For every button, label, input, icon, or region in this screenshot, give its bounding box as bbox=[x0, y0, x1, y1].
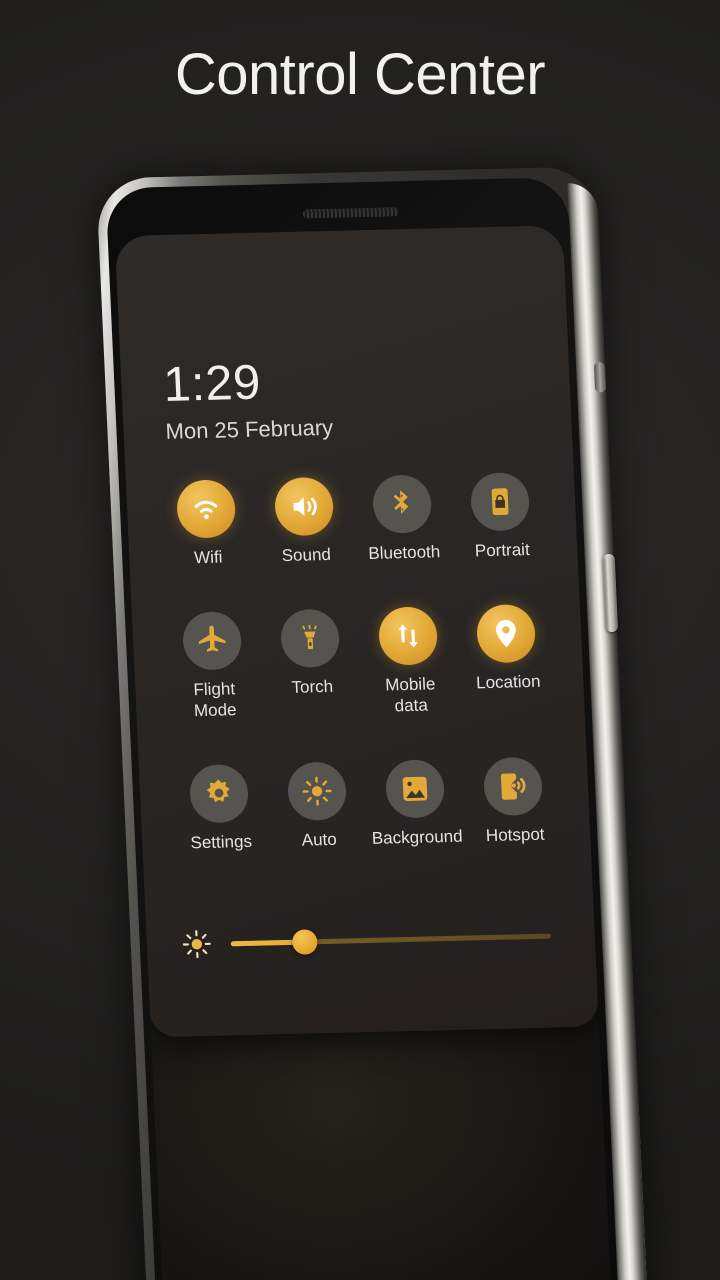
wifi-icon[interactable] bbox=[175, 479, 237, 539]
flashlight-icon[interactable] bbox=[279, 608, 341, 669]
rotation-lock-icon[interactable] bbox=[469, 472, 531, 532]
toggle-label: Hotspot bbox=[485, 824, 545, 846]
toggle-sound[interactable]: Sound bbox=[254, 476, 356, 566]
toggle-wifi[interactable]: Wifi bbox=[156, 479, 258, 569]
toggle-label: Mobile data bbox=[384, 674, 436, 716]
toggle-label: Torch bbox=[291, 676, 334, 697]
toggle-label: Flight Mode bbox=[193, 679, 237, 721]
bluetooth-icon[interactable] bbox=[371, 474, 433, 534]
brightness-slider-row[interactable] bbox=[180, 915, 562, 964]
toggle-label: Wifi bbox=[193, 547, 223, 568]
toggle-auto[interactable]: Auto bbox=[267, 761, 369, 851]
toggle-background[interactable]: Background bbox=[365, 759, 467, 849]
control-center-panel: 1:29 Mon 25 February Wifi Sound Bluetooth P… bbox=[114, 225, 599, 1038]
toggle-label: Portrait bbox=[474, 540, 531, 561]
brightness-sun-icon bbox=[180, 928, 213, 961]
phone-screen: 1:29 Mon 25 February Wifi Sound Bluetooth P… bbox=[114, 225, 614, 1280]
app-screenshot: Control Center 1:29 Mon 25 February Wifi… bbox=[0, 0, 720, 1280]
toggle-label: Settings bbox=[190, 831, 253, 853]
toggle-settings[interactable]: Settings bbox=[169, 763, 271, 853]
toggle-hotspot[interactable]: Hotspot bbox=[463, 756, 565, 846]
volume-button[interactable] bbox=[593, 362, 607, 393]
toggle-label: Sound bbox=[281, 544, 332, 566]
toggle-mobile-data[interactable]: Mobile data bbox=[358, 606, 461, 717]
toggle-flight-mode[interactable]: Flight Mode bbox=[162, 611, 265, 722]
page-title: Control Center bbox=[174, 42, 546, 107]
toggle-torch[interactable]: Torch bbox=[260, 608, 363, 719]
gear-icon[interactable] bbox=[188, 763, 250, 824]
toggle-bluetooth[interactable]: Bluetooth bbox=[352, 474, 454, 564]
clock-block: 1:29 Mon 25 February bbox=[162, 355, 334, 447]
toggle-portrait[interactable]: Portrait bbox=[450, 472, 552, 562]
quick-settings-grid: Wifi Sound Bluetooth Portrait Flight Mode Tor… bbox=[156, 472, 565, 854]
toggle-label: Location bbox=[475, 671, 541, 693]
earpiece-speaker-icon bbox=[302, 207, 400, 219]
toggle-label: Auto bbox=[301, 829, 338, 850]
sun-icon[interactable] bbox=[286, 761, 348, 821]
phone-mockup: 1:29 Mon 25 February Wifi Sound Bluetooth P… bbox=[96, 166, 679, 1280]
toggle-location[interactable]: Location bbox=[456, 603, 559, 714]
data-arrows-icon[interactable] bbox=[377, 606, 439, 666]
clock-time: 1:29 bbox=[162, 355, 263, 412]
brightness-slider[interactable] bbox=[230, 923, 551, 957]
speaker-icon[interactable] bbox=[273, 476, 335, 537]
image-icon[interactable] bbox=[384, 759, 446, 819]
airplane-icon[interactable] bbox=[181, 611, 243, 671]
toggle-label: Bluetooth bbox=[367, 542, 441, 563]
clock-date: Mon 25 February bbox=[164, 414, 334, 444]
power-button[interactable] bbox=[602, 553, 619, 633]
slider-thumb[interactable] bbox=[291, 928, 318, 955]
hotspot-icon[interactable] bbox=[482, 756, 544, 817]
map-pin-icon[interactable] bbox=[475, 603, 537, 664]
toggle-label: Background bbox=[371, 826, 464, 848]
